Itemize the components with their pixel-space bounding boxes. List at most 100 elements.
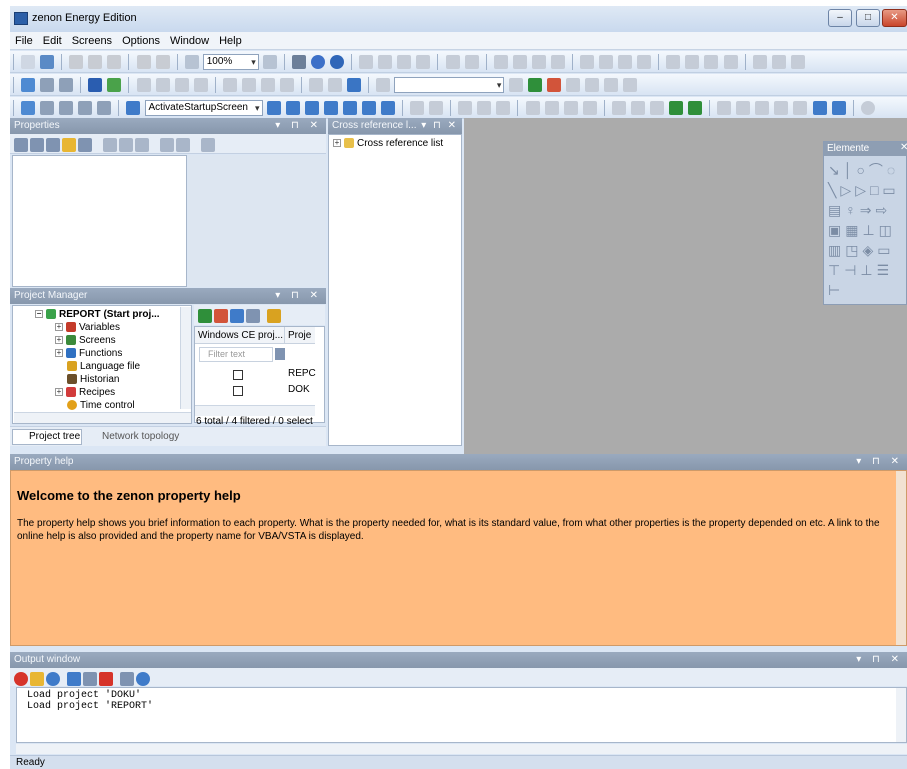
space-horizontal-icon[interactable] [550, 55, 565, 69]
transfer-icon[interactable] [155, 78, 170, 92]
close-button[interactable]: ✕ [882, 9, 907, 27]
filter-text-input[interactable]: Filter text [199, 347, 273, 362]
space-vertical-icon[interactable] [580, 55, 594, 69]
output-hscrollbar[interactable] [16, 744, 907, 754]
pane-buttons[interactable]: ▾ ⊓ ✕ [421, 118, 458, 134]
symbol-icon[interactable] [78, 101, 93, 115]
function-icon[interactable] [40, 78, 55, 92]
info-icon[interactable] [311, 55, 325, 69]
tree-hscrollbar[interactable] [14, 412, 191, 423]
zoom-icon[interactable] [184, 55, 199, 69]
crossref-list-item[interactable]: + Cross reference list [333, 138, 443, 149]
align-left-icon[interactable] [359, 55, 374, 69]
pane-buttons[interactable]: ▾ ⊓ ✕ [275, 288, 322, 304]
warning-icon[interactable] [30, 672, 44, 686]
all-properties-icon[interactable] [78, 138, 92, 152]
cut-icon[interactable] [69, 55, 84, 69]
tree-item-variables[interactable]: + Variables [55, 322, 120, 333]
filter-icon[interactable] [458, 101, 473, 115]
align-middle-icon[interactable] [445, 55, 460, 69]
backup-icon[interactable] [260, 78, 275, 92]
grid-col-windows-ce[interactable]: Windows CE proj... [195, 327, 285, 344]
group-icon[interactable] [666, 55, 681, 69]
import-icon[interactable] [241, 78, 256, 92]
view-2-icon[interactable] [736, 101, 751, 115]
project-menu-icon[interactable] [267, 309, 281, 323]
tree-item-language[interactable]: Language file [67, 361, 140, 372]
split-icon[interactable] [160, 138, 174, 152]
pane-buttons[interactable]: ▾ ⊓ ✕ [856, 652, 903, 668]
find-icon[interactable] [120, 672, 134, 686]
play-icon[interactable] [88, 78, 103, 92]
bring-front-icon[interactable] [618, 55, 633, 69]
exec-3-icon[interactable] [304, 101, 319, 115]
send-back-icon[interactable] [637, 55, 652, 69]
error-icon[interactable] [14, 672, 28, 686]
filter-props-icon[interactable] [135, 138, 149, 152]
grid-cell-project-2[interactable]: DOK [288, 384, 310, 395]
pane-buttons[interactable]: ▾ ⊓ ✕ [856, 454, 903, 470]
menu-screens[interactable]: Screens [67, 32, 117, 50]
zoom-combo[interactable]: 100% [202, 54, 259, 70]
properties-grid[interactable] [12, 155, 187, 287]
exec-6-icon[interactable] [361, 101, 376, 115]
columns-icon[interactable] [563, 101, 578, 115]
rows-icon[interactable] [582, 101, 597, 115]
font-icon[interactable] [376, 78, 391, 92]
info-filter-icon[interactable] [46, 672, 60, 686]
undo-icon[interactable] [136, 55, 151, 69]
grid-icon[interactable] [752, 55, 767, 69]
grid-hscrollbar[interactable] [195, 405, 315, 416]
function-run-icon[interactable] [126, 101, 141, 115]
text-color-icon[interactable] [565, 78, 580, 92]
print-icon[interactable] [291, 55, 306, 69]
text-icon[interactable] [611, 101, 626, 115]
frame-icon[interactable] [40, 101, 55, 115]
tab-network-topology[interactable]: Network topology [86, 429, 186, 445]
color-fill-icon[interactable] [527, 78, 542, 92]
screen-icon[interactable] [21, 101, 36, 115]
menu-file[interactable]: File [10, 32, 38, 50]
grid-checkbox-2[interactable] [233, 386, 243, 396]
link-icon[interactable] [309, 78, 324, 92]
clear-output-icon[interactable] [99, 672, 113, 686]
layout-icon[interactable] [176, 138, 190, 152]
exec-5-icon[interactable] [342, 101, 357, 115]
maximize-button[interactable]: □ [856, 9, 880, 27]
save-output-icon[interactable] [67, 672, 81, 686]
elemente-close-icon[interactable]: ✕ [900, 142, 907, 153]
list-icon[interactable] [525, 101, 540, 115]
screen-new-icon[interactable] [21, 78, 36, 92]
variable-icon[interactable] [59, 78, 74, 92]
font-combo[interactable] [394, 77, 505, 93]
center-icon[interactable] [599, 55, 614, 69]
arrow-down-icon[interactable] [688, 101, 703, 115]
collapse-icon[interactable] [119, 138, 133, 152]
delete-icon[interactable] [649, 101, 664, 115]
expand-icon[interactable] [103, 138, 117, 152]
tree-item-screens[interactable]: + Screens [55, 335, 116, 346]
library-icon[interactable] [97, 101, 112, 115]
favorites-icon[interactable] [62, 138, 76, 152]
output-vscrollbar[interactable] [896, 688, 906, 742]
italic-icon[interactable] [603, 78, 618, 92]
tree-item-recipes[interactable]: + Recipes [55, 387, 115, 398]
sort-icon[interactable] [477, 101, 492, 115]
menu-help[interactable]: Help [214, 32, 247, 50]
view-4-icon[interactable] [774, 101, 789, 115]
monitor-icon[interactable] [193, 78, 208, 92]
formula-icon[interactable] [496, 101, 511, 115]
prop-help-icon[interactable] [201, 138, 215, 152]
output-help-icon[interactable] [136, 672, 150, 686]
forward-icon[interactable] [831, 101, 846, 115]
copy-icon[interactable] [88, 55, 103, 69]
align-right-icon[interactable] [397, 55, 412, 69]
align-top-icon[interactable] [416, 55, 431, 69]
compile-icon[interactable] [107, 78, 122, 92]
exec-7-icon[interactable] [380, 101, 395, 115]
image-icon[interactable] [630, 101, 645, 115]
template-icon[interactable] [59, 101, 74, 115]
startup-function-combo[interactable]: ActivateStartupScreen [144, 100, 263, 116]
align-bottom-icon[interactable] [464, 55, 479, 69]
exec-4-icon[interactable] [323, 101, 338, 115]
